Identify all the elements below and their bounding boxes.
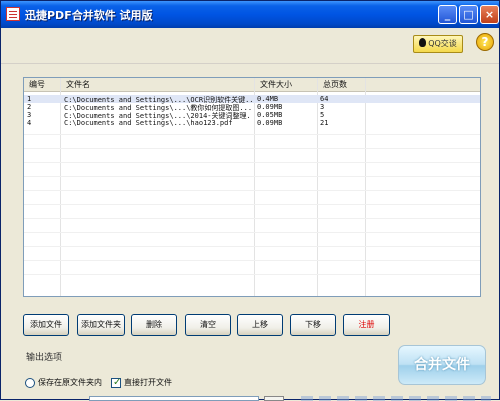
save-original-folder-label[interactable]: 保存在原文件夹内: [38, 377, 102, 388]
register-button[interactable]: 注册: [343, 314, 390, 336]
row-page-count: 5: [320, 111, 325, 119]
row-file-size: 0.4MB: [257, 95, 279, 103]
empty-row-line: [24, 218, 480, 219]
row-index: 1: [27, 95, 32, 103]
row-filename: C:\Documents and Settings\...\hao123.pdf: [64, 119, 233, 127]
empty-row-line: [24, 190, 480, 191]
maximize-button[interactable]: □: [459, 5, 478, 24]
add-folder-button[interactable]: 添加文件夹: [77, 314, 125, 336]
row-index: 3: [27, 111, 32, 119]
open-directory-checkbox[interactable]: [111, 377, 121, 388]
qq-chat-button[interactable]: QQ交谈: [413, 35, 463, 53]
title-bar[interactable]: 迅捷PDF合并软件 试用版 _ □ ×: [1, 1, 499, 28]
row-file-size: 0.05MB: [257, 111, 283, 119]
top-toolbar: QQ交谈 ?: [1, 28, 499, 64]
output-path-field[interactable]: [89, 396, 259, 401]
column-filename[interactable]: 文件名: [66, 79, 90, 91]
empty-row-line: [24, 134, 480, 135]
row-file-size: 0.09MB: [257, 103, 283, 111]
open-directory-label[interactable]: 直接打开文件: [124, 377, 172, 388]
add-file-button[interactable]: 添加文件: [23, 314, 69, 336]
column-file-size[interactable]: 文件大小: [260, 79, 292, 91]
empty-row-line: [24, 274, 480, 275]
browse-button[interactable]: [264, 396, 284, 401]
window-title: 迅捷PDF合并软件 试用版: [25, 9, 153, 22]
minimize-button[interactable]: _: [438, 5, 457, 24]
column-page-count[interactable]: 总页数: [323, 79, 347, 91]
merge-files-button[interactable]: 合并文件: [398, 345, 486, 385]
empty-row-line: [24, 232, 480, 233]
move-up-button[interactable]: 上移: [237, 314, 283, 336]
column-index[interactable]: 编号: [29, 79, 45, 91]
table-row[interactable]: 2 C:\Documents and Settings\...\教你如何提取图.…: [24, 103, 480, 112]
app-window: 迅捷PDF合并软件 试用版 _ □ × QQ交谈 ? 编号 文件名 文件大小 总…: [0, 0, 500, 401]
delete-button[interactable]: 删除: [131, 314, 177, 336]
move-down-button[interactable]: 下移: [290, 314, 336, 336]
decorative-status-pattern: [301, 396, 491, 401]
empty-row-line: [24, 148, 480, 149]
table-row[interactable]: 1 C:\Documents and Settings\...\OCR识别软件关…: [24, 95, 480, 104]
close-button[interactable]: ×: [480, 5, 499, 24]
empty-row-line: [24, 204, 480, 205]
row-file-size: 0.09MB: [257, 119, 283, 127]
file-list[interactable]: 编号 文件名 文件大小 总页数 1 C:\Documents and Setti…: [23, 77, 481, 297]
row-page-count: 3: [320, 103, 325, 111]
pdf-app-icon: [6, 7, 20, 21]
file-list-header: 编号 文件名 文件大小 总页数: [24, 78, 480, 92]
save-original-folder-radio[interactable]: [25, 378, 35, 388]
output-options-label: 输出选项: [26, 353, 63, 363]
empty-row-line: [24, 162, 480, 163]
table-row[interactable]: 3 C:\Documents and Settings\...\2014-关键词…: [24, 111, 480, 120]
help-icon[interactable]: ?: [476, 33, 494, 51]
qq-icon: [419, 38, 427, 47]
empty-row-line: [24, 246, 480, 247]
row-page-count: 64: [320, 95, 329, 103]
empty-row-line: [24, 260, 480, 261]
empty-row-line: [24, 176, 480, 177]
row-index: 4: [27, 119, 32, 127]
qq-chat-label: QQ交谈: [428, 39, 457, 48]
row-index: 2: [27, 103, 32, 111]
table-row[interactable]: 4 C:\Documents and Settings\...\hao123.p…: [24, 119, 480, 127]
clear-button[interactable]: 清空: [185, 314, 231, 336]
row-page-count: 21: [320, 119, 329, 127]
